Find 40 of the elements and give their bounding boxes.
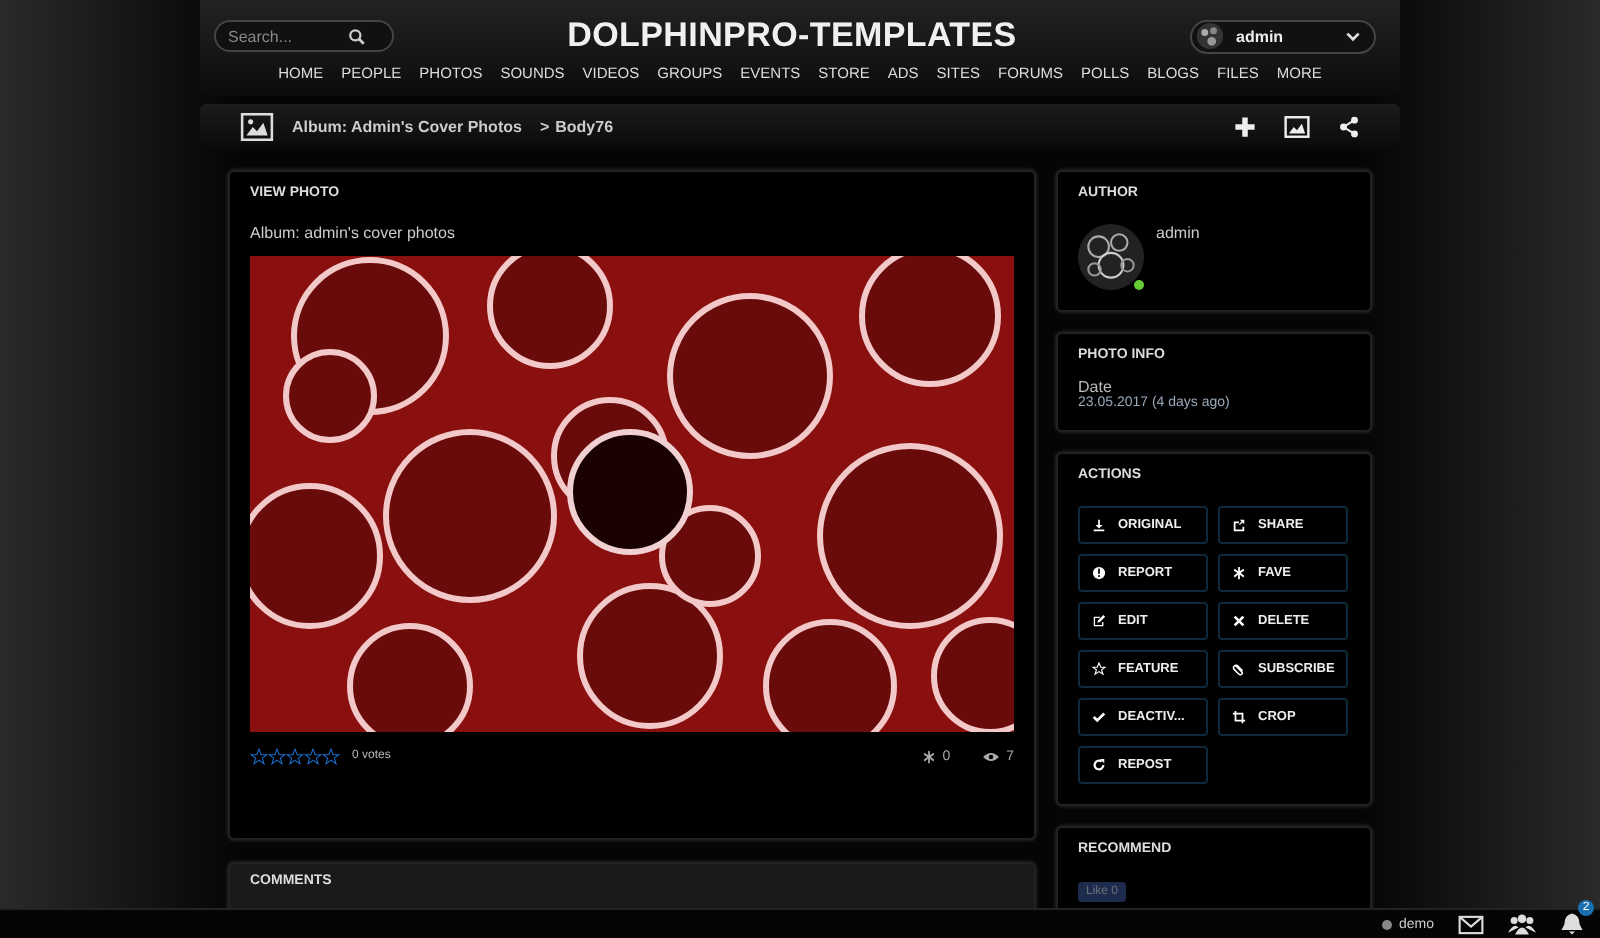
- search-icon: [348, 27, 366, 45]
- info-label: Date: [1078, 378, 1114, 396]
- edit-icon: [1092, 614, 1106, 628]
- share-icon: [1232, 518, 1246, 532]
- mail-icon: [1458, 911, 1484, 937]
- chevron-down-icon: [1344, 27, 1362, 45]
- eye-icon: [982, 747, 1001, 765]
- search-input[interactable]: Search...: [228, 27, 348, 45]
- breadcrumb-current: Body76: [555, 118, 614, 136]
- star-icon: [1092, 662, 1106, 676]
- star-icon[interactable]: [268, 747, 286, 765]
- paperclip-icon: [1232, 662, 1246, 676]
- asterisk-icon: [1232, 566, 1246, 580]
- download-icon: [1092, 518, 1106, 532]
- refresh-icon: [1092, 758, 1106, 772]
- image-icon: [240, 110, 274, 144]
- asterisk-icon: [922, 749, 937, 763]
- crop-icon: [1232, 710, 1246, 724]
- image-icon: [1284, 114, 1310, 140]
- checkmark-icon: [1092, 710, 1106, 724]
- share-icon: [1338, 116, 1360, 138]
- user-menu[interactable]: admin: [1190, 19, 1376, 53]
- add-icon: [1234, 116, 1256, 138]
- album-link[interactable]: Album: admin's cover photos: [250, 224, 1014, 242]
- star-icon[interactable]: [250, 747, 268, 765]
- site-logo: DOLPHINPRO-TEMPLATES: [567, 16, 1017, 56]
- breadcrumb-separator: >: [539, 118, 550, 136]
- close-icon: [1232, 614, 1246, 628]
- star-icon[interactable]: [322, 747, 340, 765]
- avatar-icon: [1078, 224, 1144, 290]
- rating-stars[interactable]: [250, 747, 340, 765]
- bell-icon: [1560, 912, 1584, 936]
- search-field[interactable]: Search...: [214, 20, 394, 52]
- star-icon[interactable]: [304, 747, 322, 765]
- people-icon: [1508, 910, 1536, 938]
- alert-icon: [1092, 566, 1106, 580]
- author-name[interactable]: admin: [1156, 224, 1200, 290]
- star-icon[interactable]: [286, 747, 304, 765]
- breadcrumb-link[interactable]: Album: Admin's Cover Photos: [292, 118, 522, 136]
- avatar-icon: [1196, 22, 1224, 50]
